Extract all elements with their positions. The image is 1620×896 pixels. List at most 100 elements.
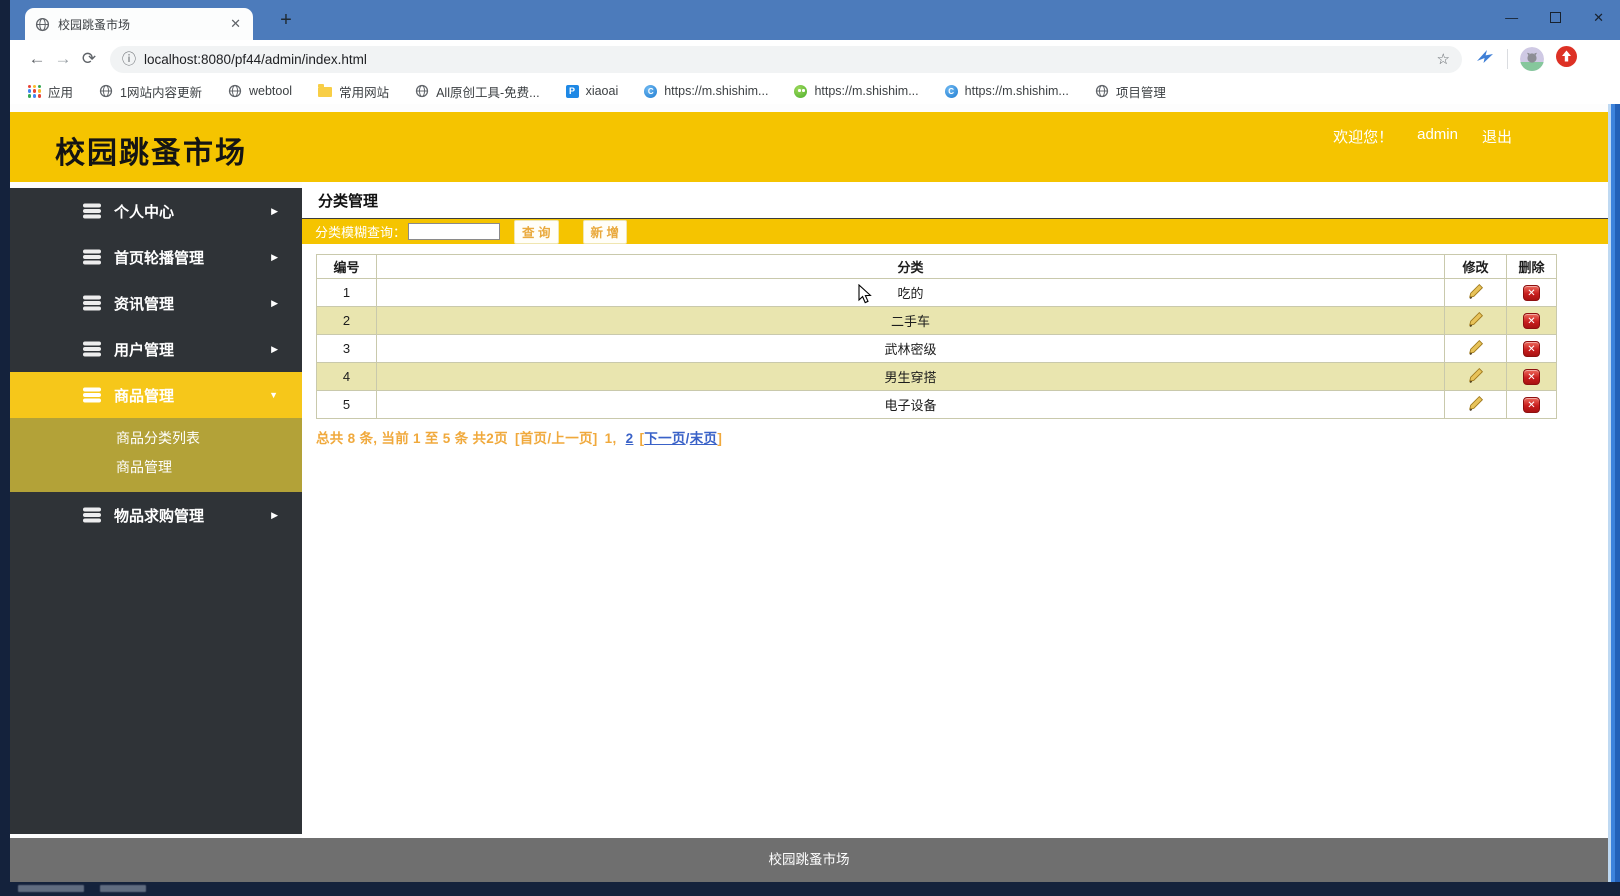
bookmark-apps[interactable]: 应用 <box>28 82 73 101</box>
layers-icon <box>83 203 101 219</box>
chevron-down-icon: ▼ <box>269 390 278 400</box>
chevron-right-icon: ▶ <box>271 343 278 354</box>
sidebar-item-personal-center[interactable]: 个人中心 ▶ <box>10 188 302 234</box>
back-icon[interactable]: ← <box>24 49 50 69</box>
pagination-last-link[interactable]: 末页 <box>690 431 718 446</box>
site-title: 校园跳蚤市场 <box>55 137 247 170</box>
username-text: admin <box>1417 126 1458 143</box>
add-button[interactable]: 新 增 <box>582 219 627 244</box>
sidebar-item-news[interactable]: 资讯管理 ▶ <box>10 280 302 326</box>
edit-pencil-icon[interactable] <box>1468 367 1484 386</box>
bookmark-item[interactable]: 常用网站 <box>318 82 389 101</box>
red-extension-icon[interactable] <box>1556 46 1577 72</box>
category-search-input[interactable] <box>408 223 501 240</box>
layers-icon <box>83 341 101 357</box>
refresh-icon[interactable]: ⟳ <box>76 49 102 69</box>
edit-pencil-icon[interactable] <box>1468 339 1484 358</box>
bookmark-label: 常用网站 <box>339 85 390 100</box>
bookmark-item[interactable]: C https://m.shishim... <box>944 84 1069 98</box>
browser-tab[interactable]: 校园跳蚤市场 ✕ <box>25 8 253 40</box>
sidebar-item-carousel[interactable]: 首页轮播管理 ▶ <box>10 234 302 280</box>
col-category: 分类 <box>376 254 1445 279</box>
bookmark-item[interactable]: 项目管理 <box>1095 82 1166 101</box>
close-button[interactable]: ✕ <box>1593 11 1604 24</box>
edit-pencil-icon[interactable] <box>1468 283 1484 302</box>
blue-circle-icon: C <box>644 84 658 98</box>
table-row: 1 吃的 ✕ <box>316 278 1557 307</box>
delete-icon[interactable]: ✕ <box>1523 285 1540 301</box>
maximize-button[interactable] <box>1550 11 1562 23</box>
browser-tabstrip: 校园跳蚤市场 ✕ + — ✕ <box>10 0 1620 40</box>
bookmark-item[interactable]: All原创工具-免费... <box>415 82 540 101</box>
layers-icon <box>83 295 101 311</box>
page-info-icon[interactable]: ⓘ <box>122 49 136 69</box>
folder-icon <box>318 84 333 97</box>
edit-pencil-icon[interactable] <box>1468 311 1484 330</box>
logout-link[interactable]: 退出 <box>1482 126 1512 147</box>
globe-icon <box>228 84 242 98</box>
mouse-cursor <box>858 284 872 304</box>
toolbar-divider <box>1507 49 1508 69</box>
delete-icon[interactable]: ✕ <box>1523 397 1540 413</box>
bookmark-item[interactable]: P xiaoai <box>565 84 619 98</box>
bookmark-item[interactable]: webtool <box>228 84 292 98</box>
minimize-button[interactable]: — <box>1505 11 1518 24</box>
pagination-current-page: 1, <box>604 431 617 446</box>
bookmark-label: xiaoai <box>585 84 619 98</box>
bookmark-item[interactable]: 1网站内容更新 <box>99 82 202 101</box>
url-bar[interactable]: ⓘ localhost:8080/pf44/admin/index.html ☆ <box>110 45 1462 73</box>
forward-icon[interactable]: → <box>50 49 76 69</box>
table-header-row: 编号 分类 修改 删除 <box>316 254 1557 279</box>
query-button[interactable]: 查 询 <box>514 219 559 244</box>
sidebar-item-users[interactable]: 用户管理 ▶ <box>10 326 302 372</box>
pagination-summary: 总共 8 条, 当前 1 至 5 条 共2页 <box>316 431 508 446</box>
delete-icon[interactable]: ✕ <box>1523 313 1540 329</box>
globe-icon <box>99 84 113 98</box>
p-badge-icon: P <box>565 84 579 98</box>
layers-icon <box>83 387 101 403</box>
bookmark-item[interactable]: https://m.shishim... <box>794 84 919 98</box>
edit-pencil-icon[interactable] <box>1468 395 1484 414</box>
submenu-item-product-manage[interactable]: 商品管理 <box>10 453 302 482</box>
bookmark-item[interactable]: C https://m.shishim... <box>644 84 768 98</box>
sidebar: 个人中心 ▶ 首页轮播管理 ▶ 资讯管理 ▶ 用户管理 ▶ 商品管理 ▼ 商品分… <box>10 188 302 834</box>
tab-close-icon[interactable]: ✕ <box>228 16 243 32</box>
globe-favicon-icon <box>35 17 50 31</box>
desktop-edge-strip <box>1608 104 1620 882</box>
sidebar-item-wanted[interactable]: 物品求购管理 ▶ <box>10 492 302 538</box>
bookmark-label: 应用 <box>48 85 74 100</box>
chevron-right-icon: ▶ <box>271 509 278 520</box>
chevron-right-icon: ▶ <box>271 297 278 308</box>
url-text: localhost:8080/pf44/admin/index.html <box>144 51 367 67</box>
page-title: 分类管理 <box>302 182 1608 219</box>
delete-icon[interactable]: ✕ <box>1523 341 1540 357</box>
bookmark-label: webtool <box>248 84 293 98</box>
bookmark-star-icon[interactable]: ☆ <box>1437 50 1450 68</box>
pagination-page-2-link[interactable]: 2 <box>626 431 634 446</box>
tab-title: 校园跳蚤市场 <box>58 17 131 32</box>
new-tab-button[interactable]: + <box>272 6 300 34</box>
bookmark-label: https://m.shishim... <box>664 84 769 98</box>
category-table: 编号 分类 修改 删除 1 吃的 ✕ 2 二手车 ✕ 3 武林密级 ✕ 4 男生… <box>316 254 1557 419</box>
welcome-text: 欢迎您！ <box>1333 129 1394 146</box>
layers-icon <box>83 249 101 265</box>
sidebar-item-products[interactable]: 商品管理 ▼ <box>10 372 302 418</box>
desktop-icon-label <box>100 885 146 892</box>
pagination-close-bracket: ] <box>717 431 723 446</box>
search-bar: 分类模糊查询： 查 询 新 增 <box>302 219 1608 244</box>
bookmark-label: https://m.shishim... <box>964 84 1069 98</box>
col-id: 编号 <box>316 254 377 279</box>
products-submenu: 商品分类列表 商品管理 <box>10 418 302 492</box>
green-circle-icon <box>794 84 808 98</box>
page-body: 校园跳蚤市场 欢迎您！ admin 退出 个人中心 ▶ 首页轮播管理 ▶ 资讯管… <box>10 104 1608 882</box>
submenu-item-category-list[interactable]: 商品分类列表 <box>10 424 302 453</box>
pagination-next-link[interactable]: 下一页 <box>644 431 685 446</box>
bird-extension-icon[interactable] <box>1476 48 1495 70</box>
page-footer: 校园跳蚤市场 <box>10 838 1608 882</box>
chevron-right-icon: ▶ <box>271 205 278 216</box>
col-delete: 删除 <box>1506 254 1557 279</box>
profile-avatar[interactable] <box>1520 47 1544 71</box>
pagination-first-prev: [首页/上一页] <box>514 431 598 446</box>
delete-icon[interactable]: ✕ <box>1523 369 1540 385</box>
user-area: 欢迎您！ admin 退出 <box>1333 126 1512 147</box>
